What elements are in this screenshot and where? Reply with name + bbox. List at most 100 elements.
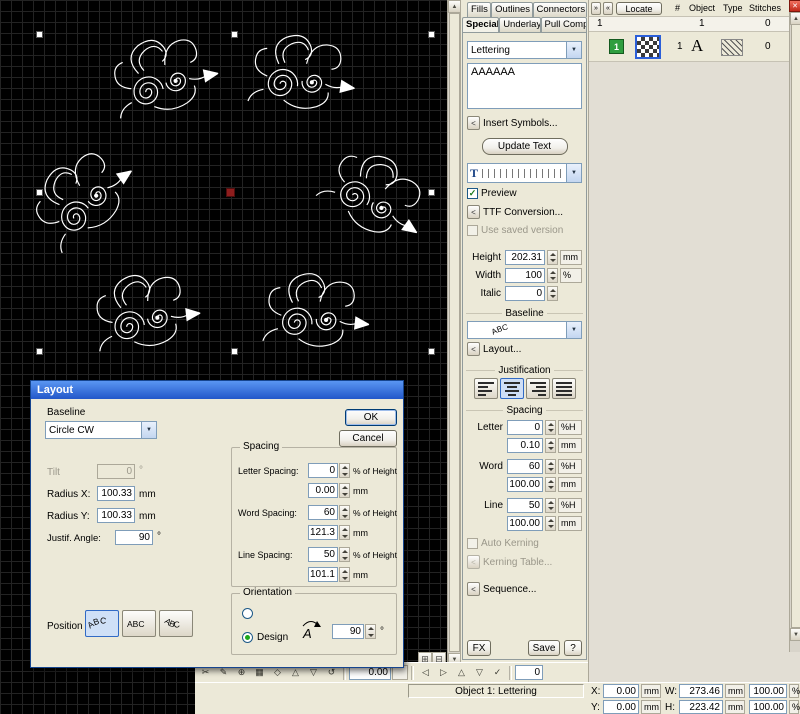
justify-full-button[interactable]	[552, 378, 576, 399]
sequence-button[interactable]: Sequence...	[483, 584, 536, 595]
selection-handle[interactable]	[231, 31, 238, 38]
line-spacing-pct-field[interactable]: 50	[308, 547, 338, 562]
angle-down-icon[interactable]: ▽	[471, 665, 488, 680]
nav-first-icon[interactable]: »	[591, 2, 601, 15]
tab-fills[interactable]: Fills	[467, 2, 491, 17]
rotation-center-marker[interactable]	[226, 188, 235, 197]
orientation-angle-field[interactable]: 90	[332, 624, 364, 639]
embroidery-motif[interactable]	[258, 263, 375, 364]
line-mm-stepper[interactable]	[545, 516, 556, 531]
canvas-vertical-scrollbar[interactable]: ▲ ▼	[447, 0, 460, 666]
selection-handle[interactable]	[428, 31, 435, 38]
w-field[interactable]: 273.46	[679, 684, 723, 698]
position-arc-up-button[interactable]: ABC	[85, 610, 119, 637]
line-spacing-mm-field[interactable]: 100.00	[507, 516, 543, 531]
panel-vertical-scrollbar[interactable]: ▲ ▼	[789, 12, 800, 652]
lettering-text-input[interactable]: AAAAAA	[467, 63, 582, 109]
italic-field[interactable]: 0	[505, 286, 545, 301]
word-spacing-mm-field[interactable]: 121.3	[308, 525, 338, 540]
font-preview-select[interactable]: T ▼	[467, 163, 582, 183]
update-text-button[interactable]: Update Text	[482, 138, 568, 155]
line-spacing-mm-field[interactable]: 101.1	[308, 567, 338, 582]
selection-handle[interactable]	[36, 348, 43, 355]
chevron-down-icon[interactable]: ▼	[141, 422, 156, 438]
scrollbar-thumb[interactable]	[449, 13, 460, 652]
letter-pct-stepper[interactable]	[545, 420, 556, 435]
letter-spacing-pct-field[interactable]: 0	[308, 463, 338, 478]
locate-button[interactable]: Locate	[616, 2, 662, 15]
justify-left-button[interactable]	[474, 378, 498, 399]
word-spacing-mm-field[interactable]: 100.00	[507, 477, 543, 492]
word-spacing-pct-field[interactable]: 60	[308, 505, 338, 520]
baseline-select[interactable]: ABC ▼	[467, 321, 582, 339]
letter-pct-stepper[interactable]	[339, 463, 350, 478]
letter-mm-stepper[interactable]	[545, 438, 556, 453]
count-field[interactable]: 0	[515, 665, 543, 680]
orientation-baseline-radio[interactable]	[242, 608, 253, 619]
dialog-title-bar[interactable]: Layout	[31, 381, 403, 399]
tab-pull-comp[interactable]: Pull Comp	[541, 17, 587, 32]
angle-up-icon[interactable]: △	[453, 665, 470, 680]
scroll-down-icon[interactable]: ▼	[790, 628, 800, 641]
ttf-conversion-button[interactable]: TTF Conversion...	[483, 207, 563, 218]
y-field[interactable]: 0.00	[603, 700, 639, 714]
line-pct-stepper[interactable]	[339, 547, 350, 562]
width-stepper[interactable]	[547, 268, 558, 283]
embroidery-motif[interactable]	[103, 23, 225, 130]
nav-last-icon[interactable]: «	[603, 2, 613, 15]
baseline-dialog-select[interactable]: Circle CW ▼	[45, 421, 157, 439]
layout-expand-icon[interactable]: <	[467, 342, 480, 356]
save-button[interactable]: Save	[528, 640, 560, 656]
width-field[interactable]: 100	[505, 268, 545, 283]
embroidery-motif[interactable]	[14, 129, 154, 265]
layout-button[interactable]: Layout...	[483, 344, 521, 355]
color-chip-icon[interactable]	[635, 35, 661, 59]
cancel-button[interactable]: Cancel	[339, 430, 397, 447]
object-type-select[interactable]: Lettering ▼	[467, 41, 582, 59]
position-arc-down-button[interactable]: ABC	[159, 610, 193, 637]
selection-handle[interactable]	[428, 348, 435, 355]
tab-special[interactable]: Special	[462, 17, 499, 32]
line-spacing-pct-field[interactable]: 50	[507, 498, 543, 513]
selection-handle[interactable]	[231, 348, 238, 355]
word-mm-stepper[interactable]	[339, 525, 350, 540]
word-spacing-pct-field[interactable]: 60	[507, 459, 543, 474]
height-field[interactable]: 202.31	[505, 250, 545, 265]
scrollbar-thumb[interactable]	[791, 24, 800, 628]
ttf-conversion-expand-icon[interactable]: <	[467, 205, 480, 219]
word-pct-stepper[interactable]	[545, 459, 556, 474]
ok-button[interactable]: OK	[345, 409, 397, 426]
insert-symbols-expand-icon[interactable]: <	[467, 116, 480, 130]
word-mm-stepper[interactable]	[545, 477, 556, 492]
fx-button[interactable]: FX	[467, 640, 491, 656]
letter-spacing-pct-field[interactable]: 0	[507, 420, 543, 435]
line-pct-stepper[interactable]	[545, 498, 556, 513]
insert-symbols-button[interactable]: Insert Symbols...	[483, 118, 557, 129]
x-field[interactable]: 0.00	[603, 684, 639, 698]
object-row[interactable]: 1 1 A 0	[589, 32, 789, 62]
letter-mm-stepper[interactable]	[339, 483, 350, 498]
chevron-down-icon[interactable]: ▼	[566, 322, 581, 338]
tab-underlay[interactable]: Underlay	[499, 17, 540, 32]
chevron-down-icon[interactable]: ▼	[566, 164, 581, 182]
chevron-down-icon[interactable]: ▼	[566, 42, 581, 58]
selection-handle[interactable]	[428, 189, 435, 196]
letter-spacing-mm-field[interactable]: 0.10	[507, 438, 543, 453]
preview-checkbox[interactable]: ✓	[467, 188, 478, 199]
next-object-icon[interactable]: ▷	[435, 665, 452, 680]
help-button[interactable]: ?	[564, 640, 582, 656]
italic-stepper[interactable]	[547, 286, 558, 301]
sequence-expand-icon[interactable]: <	[467, 582, 480, 596]
justify-right-button[interactable]	[526, 378, 550, 399]
apply-icon[interactable]: ✓	[489, 665, 506, 680]
prev-object-icon[interactable]: ◁	[417, 665, 434, 680]
position-straight-button[interactable]: ABC	[122, 610, 156, 637]
zoom-w-field[interactable]: 100.00	[749, 684, 787, 698]
embroidery-motif[interactable]	[242, 23, 361, 127]
radius-y-field[interactable]: 100.33	[97, 508, 135, 523]
tab-outlines[interactable]: Outlines	[491, 2, 532, 17]
h-field[interactable]: 223.42	[679, 700, 723, 714]
close-icon[interactable]: ✕	[789, 0, 800, 12]
zoom-h-field[interactable]: 100.00	[749, 700, 787, 714]
height-stepper[interactable]	[547, 250, 558, 265]
